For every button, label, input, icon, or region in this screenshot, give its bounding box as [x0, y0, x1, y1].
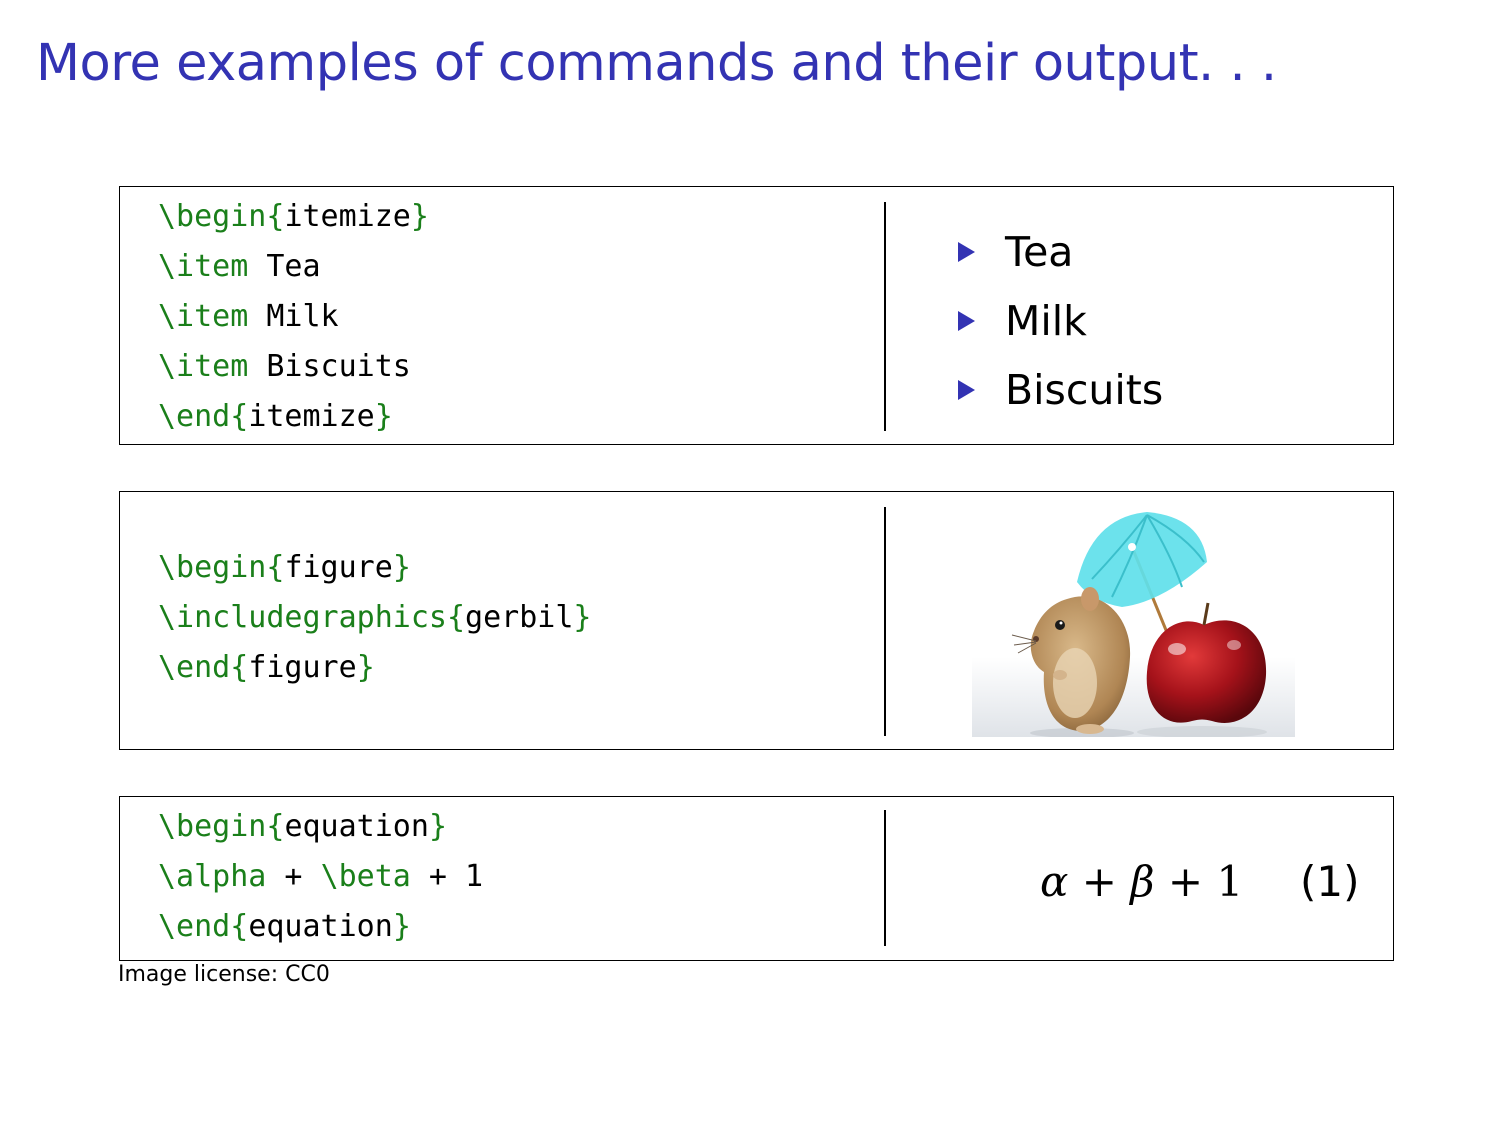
code-line: \end{figure} [158, 650, 375, 685]
equation-code-block: \begin{equation} \alpha + \beta + 1 \end… [158, 802, 483, 952]
triangle-bullet-icon [958, 310, 975, 331]
itemize-code-block: \begin{itemize} \item Tea \item Milk \it… [158, 192, 429, 442]
code-line: \item Tea [158, 249, 321, 284]
equation-expression: α + β + 1 [1040, 857, 1244, 906]
equation-example-panel: \begin{equation} \alpha + \beta + 1 \end… [119, 796, 1394, 961]
panel-divider [884, 810, 886, 946]
code-line: \alpha + \beta + 1 [158, 859, 484, 894]
equation-number: (1) [1300, 857, 1360, 906]
image-license-caption: Image license: CC0 [118, 962, 330, 987]
figure-example-panel: \begin{figure} \includegraphics{gerbil} … [119, 491, 1394, 750]
code-line: \item Milk [158, 299, 339, 334]
list-item: Tea [954, 217, 1163, 286]
code-line: \begin{figure} [158, 550, 411, 585]
code-line: \begin{itemize} [158, 199, 429, 234]
code-line: \end{equation} [158, 909, 411, 944]
code-line: \begin{equation} [158, 809, 447, 844]
code-line: \includegraphics{gerbil} [158, 600, 592, 635]
triangle-bullet-icon [958, 379, 975, 400]
itemize-output-list: Tea Milk Biscuits [954, 217, 1163, 424]
list-item: Milk [954, 286, 1163, 355]
panel-divider [884, 507, 886, 736]
itemize-example-panel: \begin{itemize} \item Tea \item Milk \it… [119, 186, 1394, 445]
code-line: \item Biscuits [158, 349, 411, 384]
triangle-bullet-icon [958, 241, 975, 262]
list-item: Biscuits [954, 355, 1163, 424]
figure-code-block: \begin{figure} \includegraphics{gerbil} … [158, 543, 591, 693]
gerbil-with-apple-and-umbrella-image [972, 512, 1295, 737]
slide-title: More examples of commands and their outp… [36, 34, 1277, 93]
panel-divider [884, 202, 886, 431]
code-line: \end{itemize} [158, 399, 393, 434]
